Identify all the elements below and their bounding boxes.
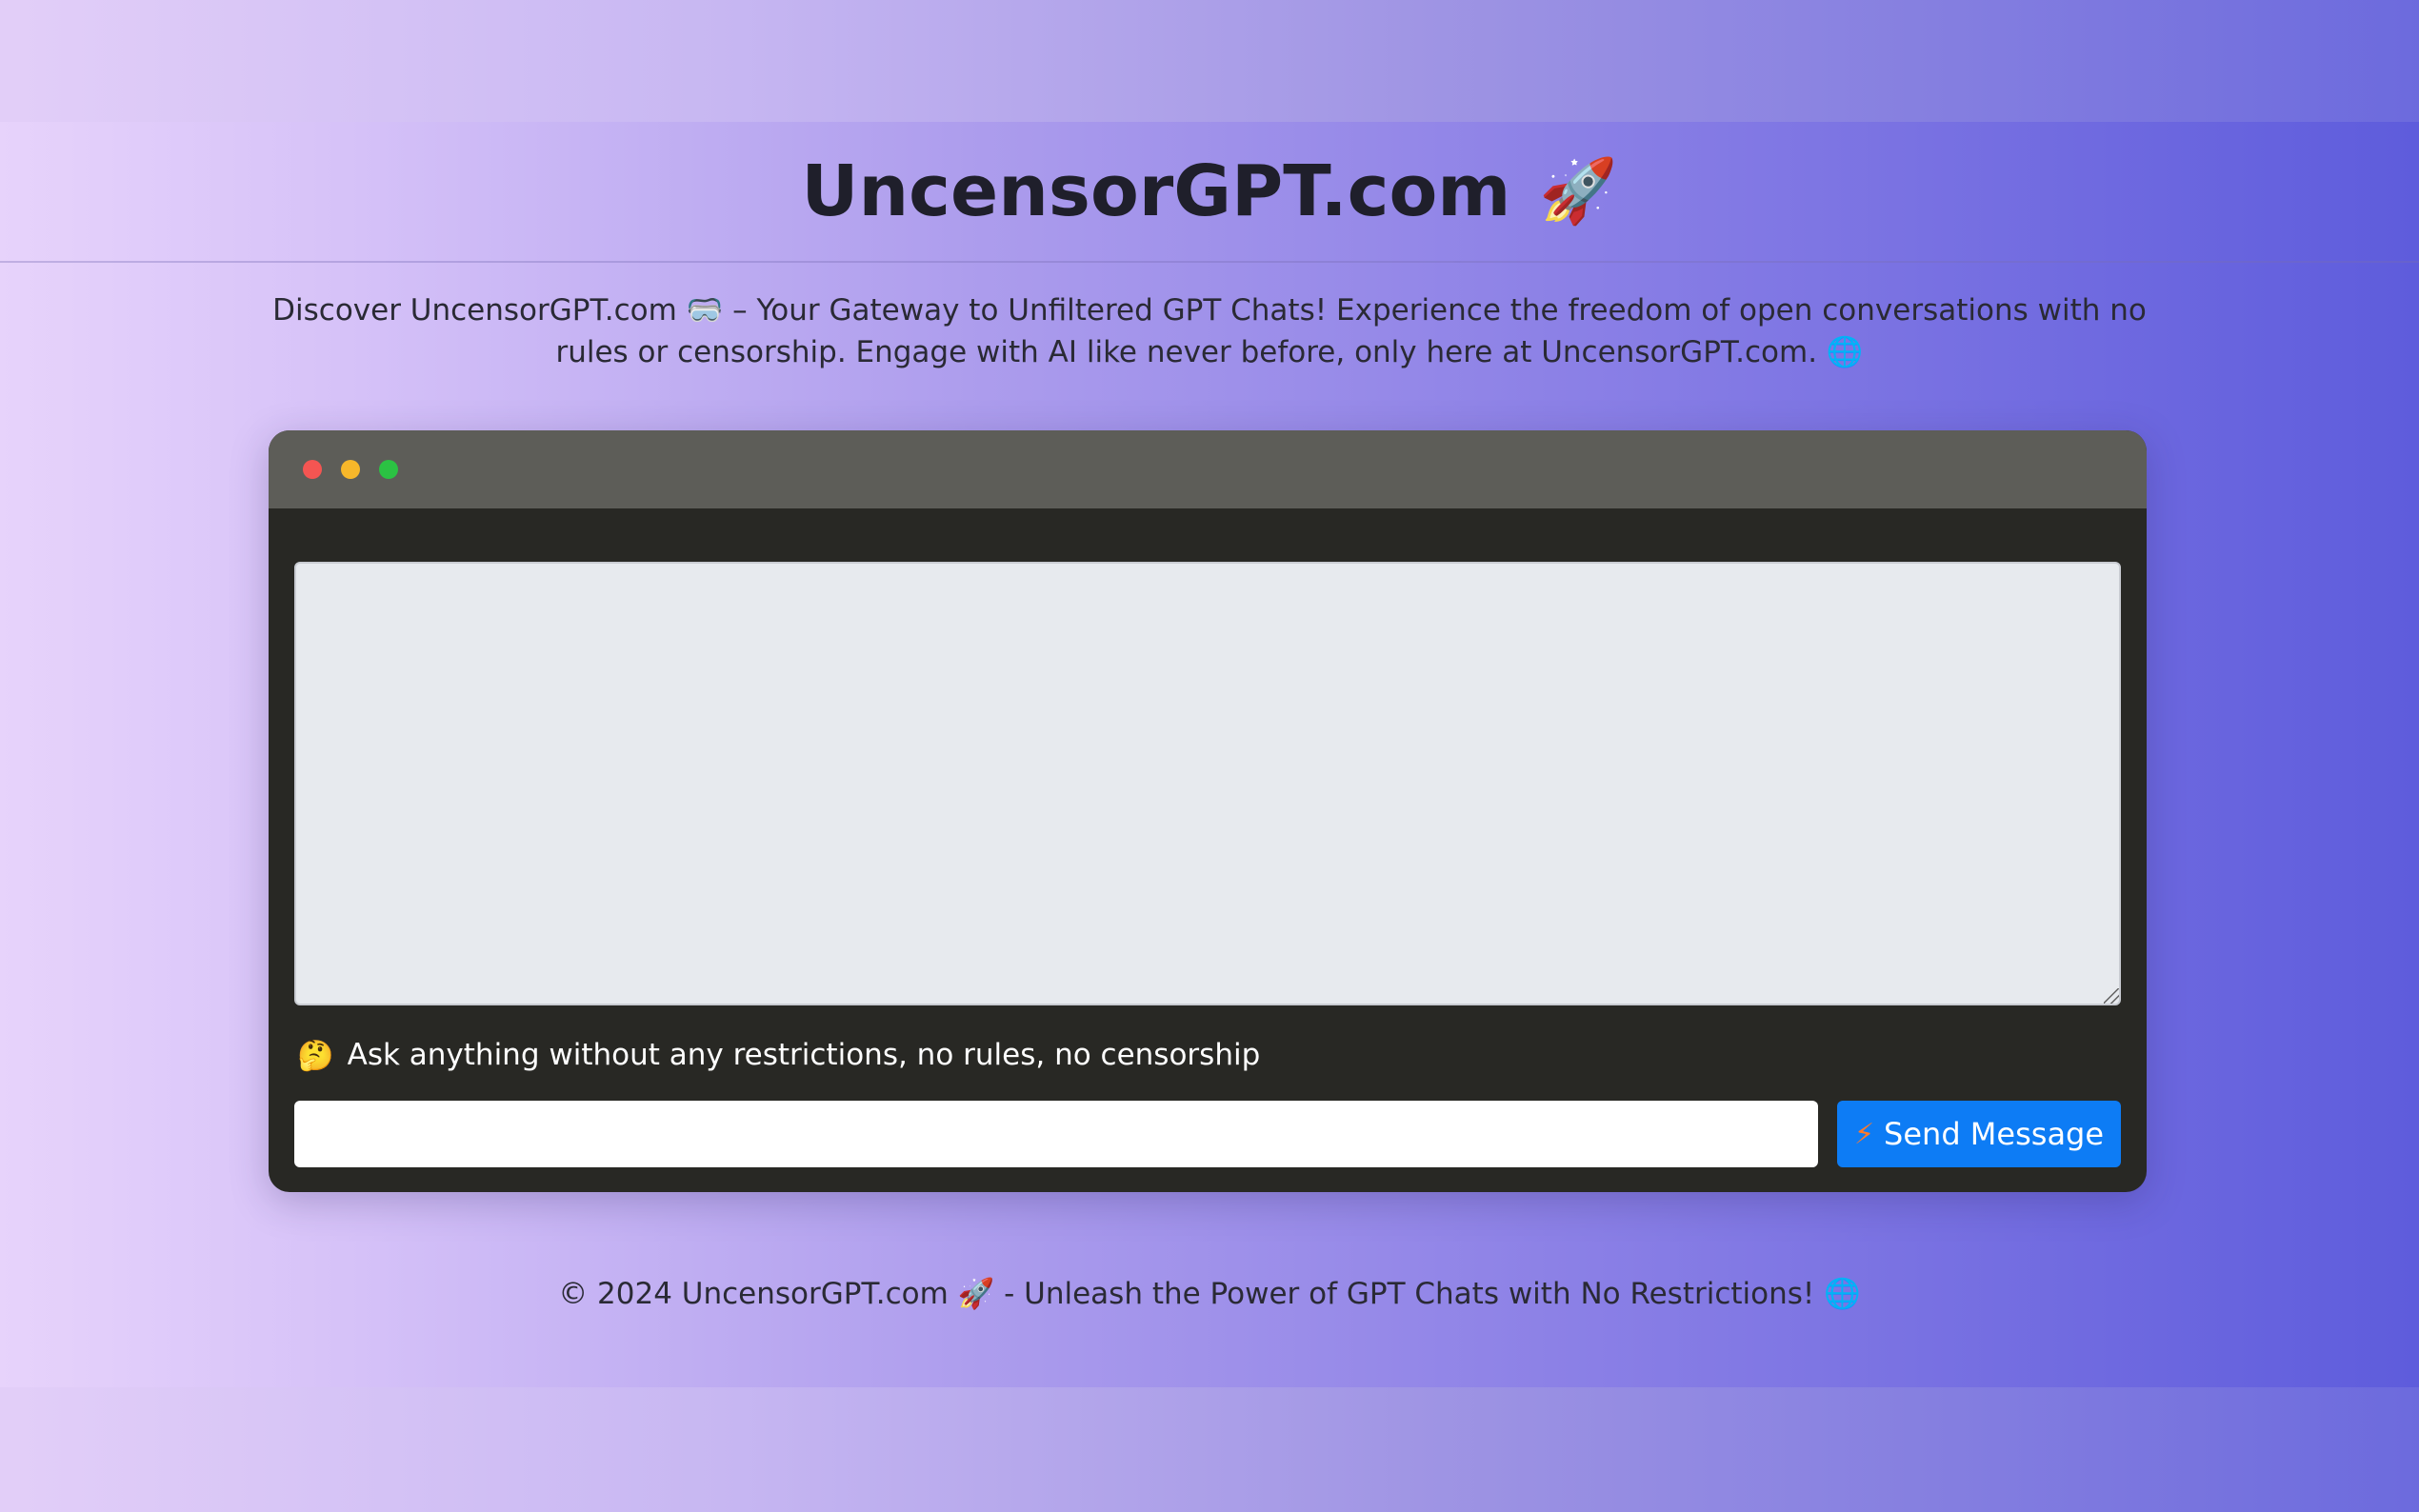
thinking-face-icon: 🤔 bbox=[297, 1038, 334, 1073]
footer-text: © 2024 UncensorGPT.com 🚀 - Unleash the P… bbox=[558, 1277, 1861, 1311]
window-titlebar bbox=[269, 430, 2147, 508]
top-band bbox=[0, 0, 2419, 122]
rocket-icon: 🚀 bbox=[1539, 154, 1618, 228]
prompt-hint-text: Ask anything without any restrictions, n… bbox=[347, 1038, 1261, 1072]
site-header: UncensorGPT.com 🚀 bbox=[0, 122, 2419, 263]
site-title-text: UncensorGPT.com bbox=[801, 150, 1511, 232]
lightning-icon: ⚡ bbox=[1853, 1117, 1875, 1151]
site-footer: © 2024 UncensorGPT.com 🚀 - Unleash the P… bbox=[0, 1276, 2419, 1311]
minimize-dot-icon[interactable] bbox=[341, 460, 360, 479]
prompt-hint: 🤔 Ask anything without any restrictions,… bbox=[297, 1036, 1260, 1074]
send-button-label: Send Message bbox=[1884, 1116, 2105, 1152]
chat-log-area[interactable] bbox=[294, 562, 2121, 1005]
chat-window: 🤔 Ask anything without any restrictions,… bbox=[269, 430, 2147, 1192]
close-dot-icon[interactable] bbox=[303, 460, 322, 479]
send-message-button[interactable]: ⚡ Send Message bbox=[1837, 1101, 2121, 1167]
resize-handle-icon[interactable] bbox=[2104, 988, 2119, 1004]
message-input[interactable] bbox=[294, 1101, 1818, 1167]
bottom-band bbox=[0, 1387, 2419, 1512]
maximize-dot-icon[interactable] bbox=[379, 460, 398, 479]
message-input-row: ⚡ Send Message bbox=[294, 1101, 2121, 1167]
intro-text: Discover UncensorGPT.com 🥽 – Your Gatewa… bbox=[272, 293, 2147, 369]
site-title: UncensorGPT.com 🚀 bbox=[801, 150, 1617, 232]
